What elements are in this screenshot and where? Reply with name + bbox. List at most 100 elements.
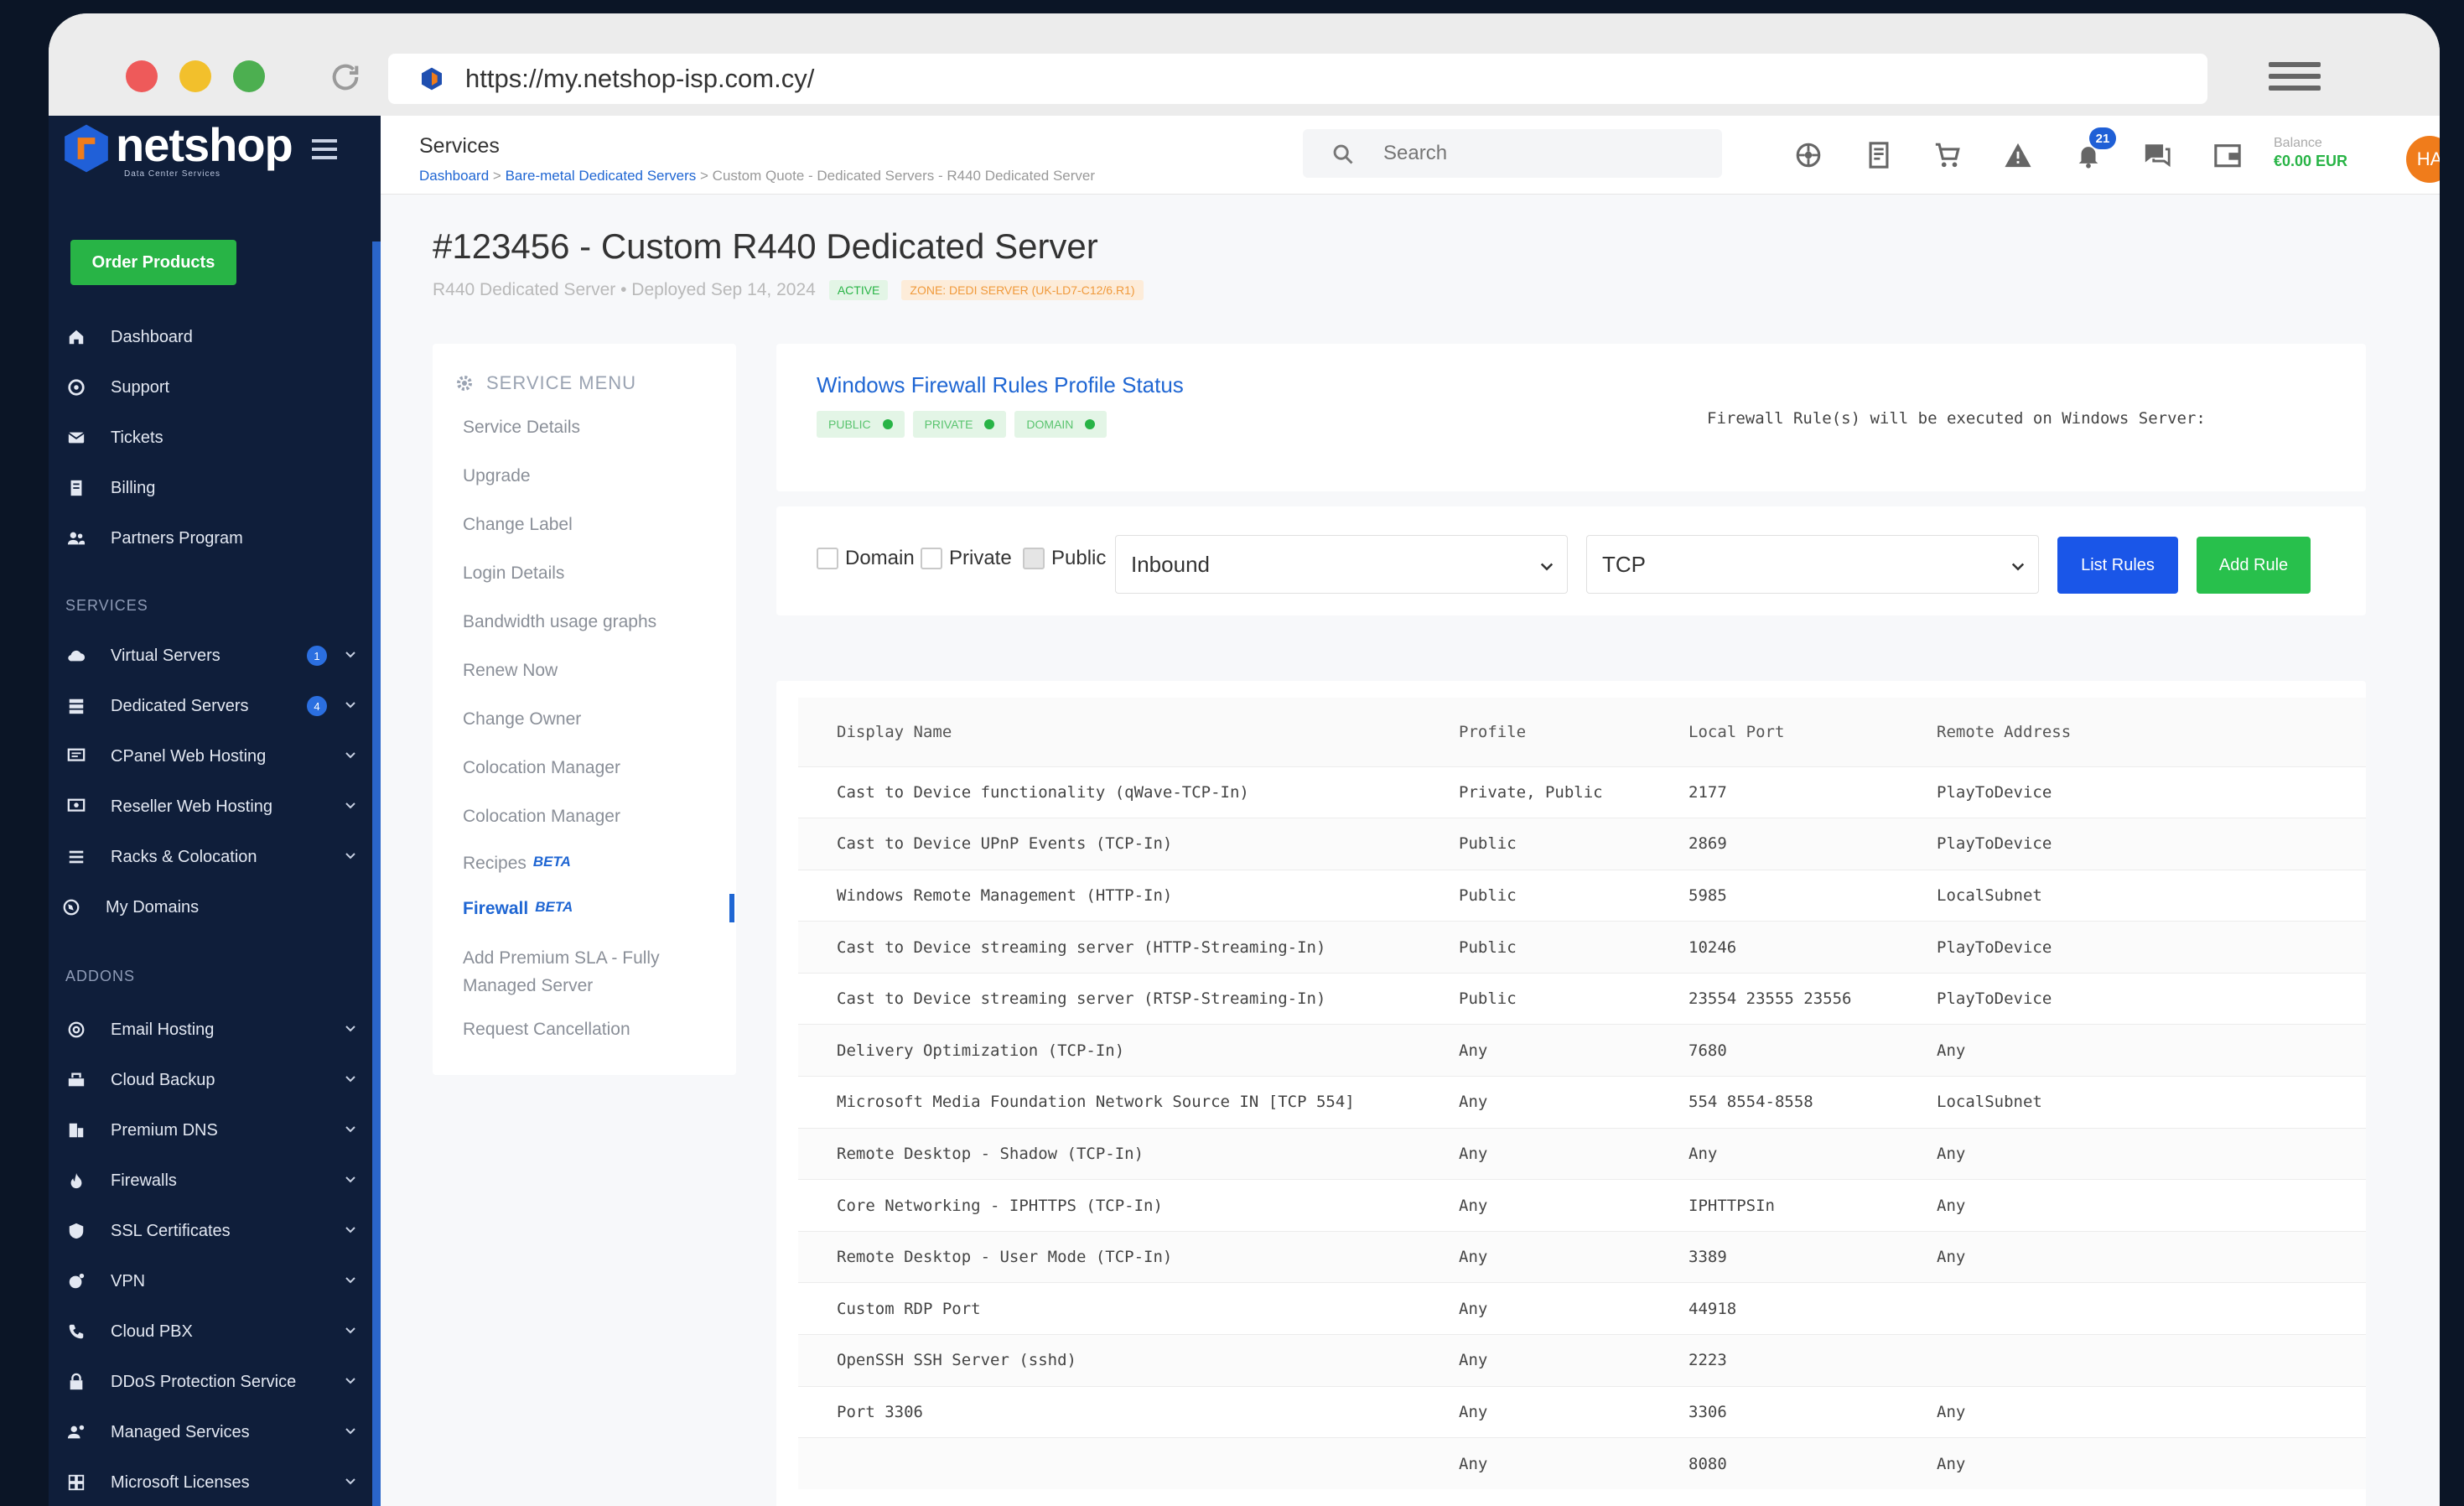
table-row[interactable]: Cast to Device streaming server (RTSP-St… — [798, 972, 2366, 1025]
table-cell: OpenSSH SSH Server (sshd) — [798, 1334, 1420, 1387]
sidebar-item-virtual-servers[interactable]: Virtual Servers 1 — [65, 639, 367, 673]
table-cell: IPHTTPSIn — [1650, 1179, 1898, 1232]
service-menu-item-firewall[interactable]: Firewall BETA — [463, 899, 573, 919]
sidebar-item-cpanel-web-hosting[interactable]: CPanel Web Hosting — [65, 740, 367, 773]
service-menu-item[interactable]: Change Label — [463, 515, 573, 535]
sidebar-item-premium-dns[interactable]: Premium DNS — [65, 1114, 367, 1147]
sidebar-item-cloud-backup[interactable]: Cloud Backup — [65, 1063, 367, 1097]
table-row[interactable]: OpenSSH SSH Server (sshd) Any 2223 — [798, 1334, 2366, 1387]
active-indicator — [729, 894, 734, 922]
checkbox-label: Public — [1051, 547, 1107, 569]
sidebar-item-ddos-protection[interactable]: DDoS Protection Service — [65, 1365, 367, 1399]
table-row[interactable]: Remote Desktop - User Mode (TCP-In) Any 33… — [798, 1230, 2366, 1283]
reload-icon[interactable] — [329, 60, 362, 94]
table-row[interactable]: Delivery Optimization (TCP-In) Any 7680 Any — [798, 1024, 2366, 1077]
firewall-execution-note: Firewall Rule(s) will be executed on Win… — [1707, 409, 2206, 428]
sidebar-item-managed-services[interactable]: Managed Services — [65, 1415, 367, 1449]
table-cell: 44918 — [1650, 1282, 1898, 1335]
warning-icon[interactable] — [2004, 141, 2034, 171]
breadcrumb-dashboard-link[interactable]: Dashboard — [419, 168, 489, 184]
column-header[interactable]: Remote Address — [1898, 698, 2366, 766]
sidebar-item-ssl-certificates[interactable]: SSL Certificates — [65, 1214, 367, 1248]
table-row[interactable]: Cast to Device functionality (qWave-TCP-… — [798, 766, 2366, 818]
sidebar-item-racks-colocation[interactable]: Racks & Colocation — [65, 840, 367, 874]
table-header-row: Display Name Profile Local Port Remote A… — [798, 698, 2366, 766]
sidebar-item-vpn[interactable]: VPN — [65, 1265, 367, 1298]
table-cell: 3389 — [1650, 1230, 1898, 1283]
main-content: #123456 - Custom R440 Dedicated Server R… — [381, 195, 2440, 1506]
sidebar-item-microsoft-licenses[interactable]: Microsoft Licenses — [65, 1466, 367, 1499]
network-icon[interactable] — [1794, 141, 1824, 171]
service-menu-item[interactable]: Login Details — [463, 563, 564, 584]
list-rules-button[interactable]: List Rules — [2057, 537, 2178, 594]
table-row[interactable]: Cast to Device UPnP Events (TCP-In) Publi… — [798, 818, 2366, 870]
service-menu-item[interactable]: Request Cancellation — [463, 1020, 630, 1040]
table-cell: Any — [1420, 1282, 1650, 1335]
add-rule-button[interactable]: Add Rule — [2197, 537, 2311, 594]
invoice-icon[interactable] — [1865, 141, 1895, 171]
checkbox-box[interactable] — [1023, 548, 1045, 569]
sidebar-item-billing[interactable]: Billing — [65, 471, 367, 505]
service-menu-item[interactable]: Change Owner — [463, 709, 581, 730]
sidebar-item-firewalls[interactable]: Firewalls — [65, 1164, 367, 1197]
service-menu-item[interactable]: Service Details — [463, 418, 580, 438]
sidebar-item-partners-program[interactable]: Partners Program — [65, 522, 367, 555]
sidebar-toggle-icon[interactable] — [312, 139, 337, 159]
table-row[interactable]: Port 3306 Any 3306 Any — [798, 1385, 2366, 1438]
checkbox-box[interactable] — [817, 548, 838, 569]
table-row[interactable]: Custom RDP Port Any 44918 — [798, 1282, 2366, 1335]
table-row[interactable]: Core Networking - IPHTTPS (TCP-In) Any IPH… — [798, 1179, 2366, 1232]
column-header[interactable]: Display Name — [798, 698, 1420, 766]
service-menu-item[interactable]: Bandwidth usage graphs — [463, 612, 656, 632]
sidebar-item-label: SSL Certificates — [111, 1221, 231, 1240]
service-menu-item[interactable]: Renew Now — [463, 661, 558, 681]
order-products-button[interactable]: Order Products — [70, 240, 236, 285]
table-row[interactable]: Any 8080 Any — [798, 1437, 2366, 1490]
search-input[interactable] — [1383, 139, 1702, 168]
direction-select[interactable]: Inbound — [1115, 535, 1568, 594]
service-menu-item[interactable]: Colocation Manager — [463, 807, 620, 827]
table-row[interactable]: Microsoft Media Foundation Network Sourc… — [798, 1076, 2366, 1129]
service-menu-item-recipes[interactable]: Recipes BETA — [463, 854, 571, 874]
maximize-window-button[interactable] — [233, 60, 265, 92]
column-header[interactable]: Local Port — [1650, 698, 1898, 766]
sidebar-item-dashboard[interactable]: Dashboard — [65, 320, 367, 354]
table-cell: 23554 23555 23556 — [1650, 972, 1898, 1025]
close-window-button[interactable] — [126, 60, 158, 92]
breadcrumb-dedicated-link[interactable]: Bare-metal Dedicated Servers — [506, 168, 697, 184]
rules-table: Display Name Profile Local Port Remote A… — [798, 698, 2366, 1490]
sidebar-item-email-hosting[interactable]: Email Hosting — [65, 1013, 367, 1046]
avatar[interactable]: HA — [2406, 136, 2440, 183]
table-row[interactable]: Windows Remote Management (HTTP-In) Publi… — [798, 869, 2366, 922]
sidebar-item-cloud-pbx[interactable]: Cloud PBX — [65, 1315, 367, 1348]
sidebar-item-tickets[interactable]: Tickets — [65, 421, 367, 454]
private-checkbox[interactable]: Private — [921, 547, 1012, 570]
service-menu-item[interactable]: Upgrade — [463, 466, 531, 486]
table-row[interactable]: Cast to Device streaming server (HTTP-St… — [798, 921, 2366, 974]
table-cell: Public — [1420, 972, 1650, 1025]
sidebar-scrollbar[interactable] — [372, 241, 381, 1506]
sidebar-item-dedicated-servers[interactable]: Dedicated Servers 4 — [65, 689, 367, 723]
service-menu-item-premium-sla[interactable]: Add Premium SLA - Fully Managed Server — [463, 944, 660, 1000]
checkbox-box[interactable] — [921, 548, 942, 569]
public-checkbox[interactable]: Public — [1023, 547, 1106, 570]
wallet-icon[interactable] — [2213, 141, 2244, 171]
sidebar-item-label: Support — [111, 377, 170, 397]
address-bar[interactable]: https://my.netshop-isp.com.cy/ — [388, 54, 2207, 104]
sidebar-item-reseller-web-hosting[interactable]: Reseller Web Hosting — [65, 790, 367, 823]
table-cell: Cast to Device streaming server (RTSP-St… — [798, 972, 1420, 1025]
sidebar-item-my-domains[interactable]: My Domains — [60, 891, 362, 924]
domain-checkbox[interactable]: Domain — [817, 547, 915, 570]
column-header[interactable]: Profile — [1420, 698, 1650, 766]
sidebar-item-support[interactable]: Support — [65, 371, 367, 404]
service-menu-item[interactable]: Colocation Manager — [463, 758, 620, 778]
cart-icon[interactable] — [1933, 141, 1963, 171]
chat-icon[interactable] — [2143, 141, 2173, 171]
browser-menu-icon[interactable] — [2269, 62, 2321, 96]
table-cell: Cast to Device UPnP Events (TCP-In) — [798, 818, 1420, 870]
minimize-window-button[interactable] — [179, 60, 211, 92]
balance-widget[interactable]: Balance €0.00 EUR — [2274, 136, 2347, 170]
search-box[interactable] — [1303, 129, 1722, 178]
table-row[interactable]: Remote Desktop - Shadow (TCP-In) Any Any An… — [798, 1127, 2366, 1180]
protocol-select[interactable]: TCP — [1586, 535, 2039, 594]
